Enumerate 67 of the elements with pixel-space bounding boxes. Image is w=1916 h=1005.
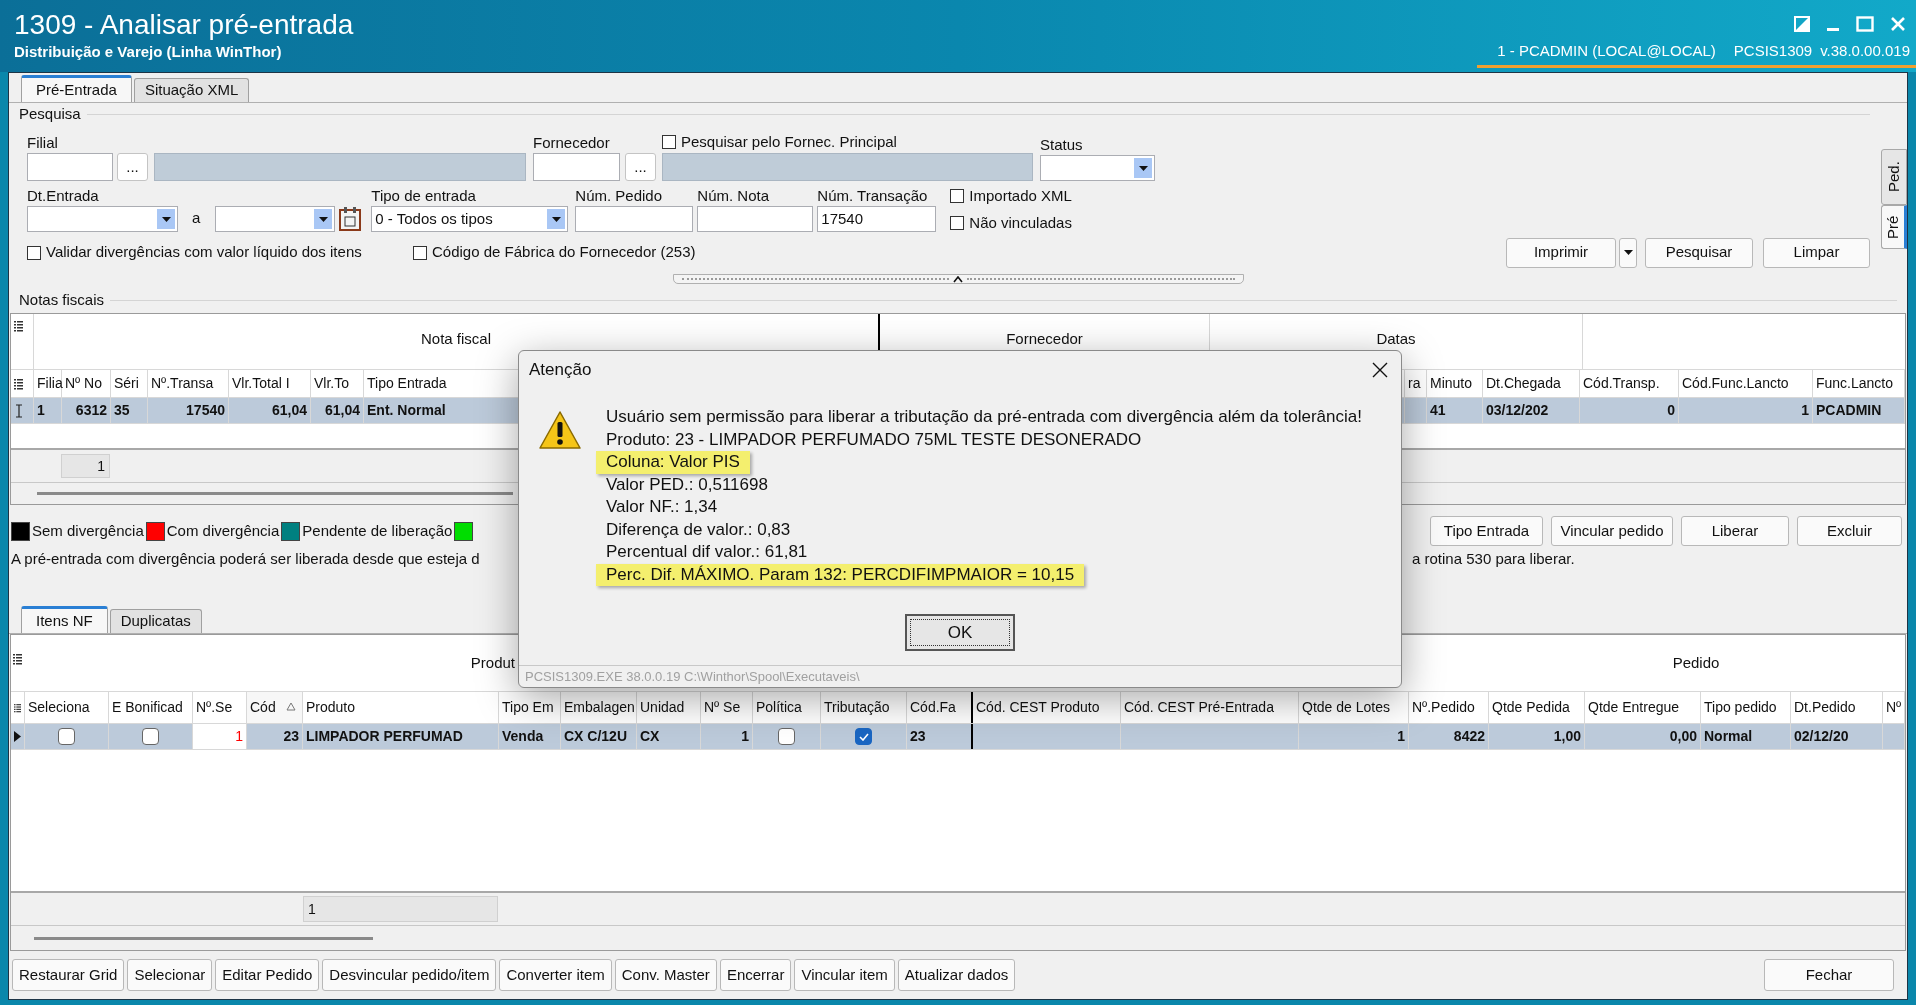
range-separator: a — [192, 207, 201, 228]
program-code: PCSIS1309 — [1733, 41, 1813, 61]
checkbox-label: Validar divergências com valor líquido dos itens — [46, 242, 362, 263]
column-group-header: Pedido — [1672, 652, 1720, 673]
message-line: Percentual dif valor.: 61,81 — [606, 541, 808, 563]
message-line: Produto: 23 - LIMPADOR PERFUMADO 75ML TESTE DESONERADO — [606, 428, 1142, 451]
table-cell-text: 35 — [114, 401, 130, 420]
table-cell-text: 41 — [1430, 401, 1446, 420]
table-cell-text: 8422 — [1453, 727, 1485, 746]
table-cell-text: 1 — [235, 727, 243, 746]
table-cell-text: LIMPADOR PERFUMAD — [306, 727, 463, 746]
checkbox-label: Não vinculadas — [969, 212, 1072, 233]
section-title: Pesquisa — [19, 103, 81, 124]
footer-cell: 1 — [61, 454, 110, 478]
legend-label: Pendente de liberação — [302, 520, 453, 541]
field-label: Núm. Pedido — [575, 186, 664, 206]
table-cell-text: Ent. Normal — [367, 401, 446, 420]
table-cell-text: 1 — [1801, 401, 1809, 420]
table-cell-text: 23 — [910, 727, 926, 746]
table-cell-text: 1 — [1397, 727, 1405, 746]
column-group-header: Nota fiscal — [421, 329, 491, 349]
table-cell-text: 02/12/20 — [1794, 727, 1849, 746]
legend-label: Com divergência — [166, 520, 280, 541]
table-cell-text: Normal — [1704, 727, 1753, 746]
table-cell-text: Venda — [502, 727, 544, 746]
checkbox-label: Importado XML — [969, 186, 1072, 206]
field-label: Núm. Transação — [817, 186, 929, 206]
column-group-header: Fornecedor — [1006, 329, 1083, 349]
window-title: 1309 - Analisar pré-entrada — [14, 8, 354, 42]
table-cell-text: CX C/12U — [564, 727, 628, 746]
checkbox-label: Código de Fábrica do Fornecedor (253) — [432, 242, 696, 263]
column-group-header: Produt — [470, 652, 515, 673]
window-subtitle: Distribuição e Varejo (Linha WinThor) — [14, 42, 283, 62]
message-line: Diferença de valor.: 0,83 — [606, 518, 791, 541]
table-cell-text: 17540 — [186, 401, 225, 420]
legend-label: Sem divergência — [32, 520, 144, 541]
table-cell-text: 23 — [283, 727, 299, 746]
table-cell-text: 03/12/202 — [1486, 401, 1549, 420]
table-cell-text: 1 — [741, 727, 749, 746]
footer-cell: 1 — [303, 896, 498, 922]
column-group-header: Datas — [1376, 329, 1416, 349]
dialog-status-text: PCSIS1309.EXE 38.0.0.19 C:\Winthor\Spool\Executaveis\ — [525, 667, 860, 686]
field-label: Dt.Entrada — [27, 186, 100, 206]
table-cell-text: 61,04 — [324, 401, 360, 420]
field-label: Núm. Nota — [697, 186, 771, 206]
version-text: v.38.0.00.019 — [1820, 41, 1910, 61]
message-line: Usuário sem permissão para liberar a tributação da pré-entrada com divergência além da tolerância! — [606, 406, 1362, 428]
dialog-title: Atenção — [529, 359, 592, 382]
message-line: Valor NF.: 1,34 — [606, 496, 718, 518]
table-cell-text: 0,00 — [1669, 727, 1697, 746]
table-cell-text: PCADMIN — [1816, 401, 1882, 420]
user-info: 1 - PCADMIN (LOCAL@LOCAL) — [1497, 41, 1716, 61]
table-cell-text: 1,00 — [1553, 727, 1581, 746]
table-cell-text: 6312 — [75, 401, 107, 420]
info-text: a rotina 530 para liberar. — [1412, 548, 1576, 569]
section-title: Notas fiscais — [19, 289, 105, 310]
table-cell-text: 0 — [1667, 401, 1675, 420]
table-cell-text: 61,04 — [271, 401, 307, 420]
table-cell-text: 1 — [37, 401, 45, 420]
field-label: Fornecedor — [533, 133, 611, 153]
field-label: Status — [1040, 135, 1084, 155]
table-cell-text: CX — [640, 727, 660, 746]
message-line: Valor PED.: 0,511698 — [606, 473, 768, 496]
info-text: A pré-entrada com divergência poderá ser liberada desde que esteja d — [11, 548, 480, 569]
field-label: Tipo de entrada — [371, 186, 477, 206]
field-label: Filial — [27, 133, 59, 153]
checkbox-label: Pesquisar pelo Fornec. Principal — [681, 132, 897, 152]
